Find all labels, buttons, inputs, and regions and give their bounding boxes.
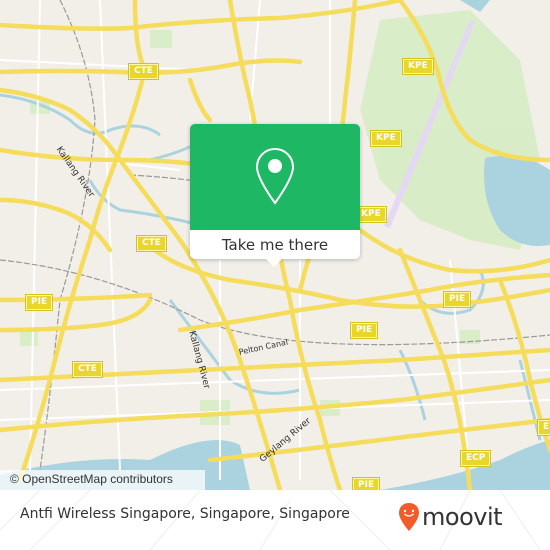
road-shield-ecp-partial: E: [536, 419, 550, 436]
road-shield-cte: CTE: [136, 235, 167, 252]
road-shield-cte: CTE: [72, 361, 103, 378]
location-address: Antfi Wireless Singapore, Singapore, Sin…: [20, 506, 350, 522]
road-shield-ecp: ECP: [459, 450, 492, 467]
road-shield-kpe: KPE: [402, 58, 434, 75]
popup-tail: [265, 258, 283, 267]
location-pin-icon: [255, 147, 295, 205]
road-shield-pie: PIE: [24, 294, 54, 311]
map[interactable]: CTE CTE CTE KPE KPE KPE PIE PIE PIE E EC…: [0, 0, 550, 490]
map-attribution[interactable]: © OpenStreetMap contributors: [0, 470, 205, 490]
footer: Antfi Wireless Singapore, Singapore, Sin…: [0, 490, 550, 550]
road-shield-kpe: KPE: [355, 206, 387, 223]
take-me-there-button[interactable]: Take me there: [190, 230, 360, 259]
road-shield-kpe: KPE: [370, 130, 402, 147]
road-shield-pie: PIE: [442, 291, 472, 308]
road-shield-cte: CTE: [128, 63, 159, 80]
moovit-pin-icon: [399, 503, 419, 531]
popup-header: [190, 124, 360, 230]
road-shield-pie: PIE: [349, 322, 379, 339]
location-popup: Take me there: [190, 124, 360, 267]
moovit-wordmark: moovit: [422, 503, 503, 531]
moovit-logo[interactable]: moovit: [398, 502, 503, 532]
road-shield-ecp: PIE: [351, 477, 381, 490]
